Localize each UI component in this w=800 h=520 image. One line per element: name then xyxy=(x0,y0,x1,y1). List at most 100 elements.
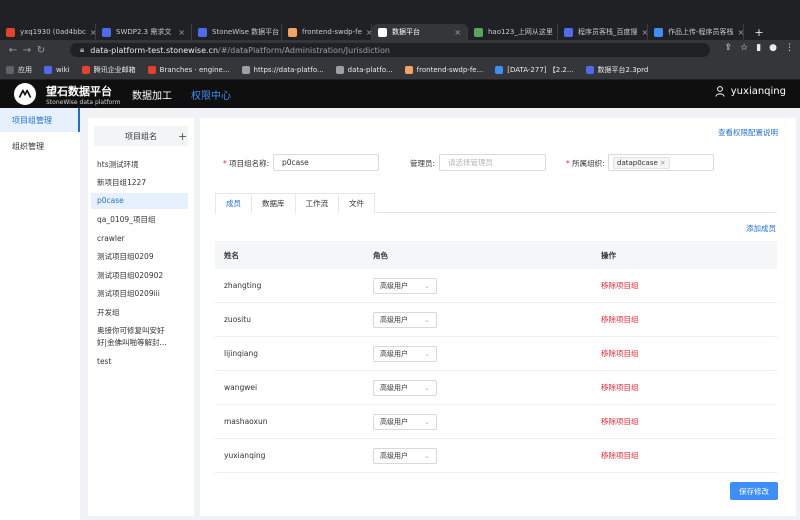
browser-controls: ⇪ ☆ ▮ ● ⋮ xyxy=(725,43,794,53)
column-role: 角色 xyxy=(373,250,388,260)
browser-tab-7[interactable]: 程序员客栈_百度搜 × xyxy=(558,24,648,40)
tab-files[interactable]: 文件 xyxy=(338,193,375,213)
group-item[interactable]: hts测试环境 xyxy=(91,157,188,173)
mail-icon xyxy=(81,65,90,74)
username: yuxianqing xyxy=(730,86,786,97)
remove-member-link[interactable]: 移除项目组 xyxy=(601,417,639,426)
remove-member-link[interactable]: 移除项目组 xyxy=(601,451,639,460)
stonewise-logo xyxy=(14,83,36,105)
group-item[interactable]: 测试项目组0209iii xyxy=(91,286,188,302)
table-row: yuxianqing 高级用户 ⌄ 移除项目组 xyxy=(215,439,777,473)
lock-icon: 🔒︎ xyxy=(80,45,85,54)
table-row: mashaoxun 高级用户 ⌄ 移除项目组 xyxy=(215,405,777,439)
bookmark-frontend[interactable]: frontend-swdp-fe... xyxy=(404,65,483,74)
close-icon[interactable]: × xyxy=(86,28,95,37)
user-icon xyxy=(715,86,725,97)
chevron-down-icon: ⌄ xyxy=(424,281,430,290)
chevron-down-icon: ⌄ xyxy=(424,349,430,358)
group-name-input[interactable]: p0case xyxy=(273,154,379,171)
add-member-link[interactable]: 添加成员 xyxy=(746,223,776,234)
member-name: mashaoxun xyxy=(224,417,268,426)
group-item[interactable]: 开发组 xyxy=(91,305,188,321)
group-item[interactable]: 新项目组1227 xyxy=(91,175,188,191)
browser-tab-8[interactable]: 作品上传-程序员客栈 × xyxy=(648,24,744,40)
role-select[interactable]: 高级用户 ⌄ xyxy=(373,311,437,328)
close-icon[interactable]: × xyxy=(174,28,185,37)
sidebar-item-project-groups[interactable]: 项目组管理 xyxy=(0,108,80,132)
user-menu[interactable]: yuxianqing xyxy=(715,86,786,97)
sidebar-icon[interactable]: ▮ xyxy=(756,43,761,53)
members-table: 姓名 角色 操作 zhangting 高级用户 ⌄ 移除项目组 zuositu 高… xyxy=(215,241,777,473)
nav-permission-center[interactable]: 权限中心 xyxy=(191,87,231,102)
browser-tab-1[interactable]: yxq1930 (0ad4bbc × xyxy=(0,24,96,40)
nav-data-processing[interactable]: 数据加工 xyxy=(132,87,172,102)
group-item[interactable]: crawler xyxy=(91,231,188,247)
sidebar-item-organizations[interactable]: 组织管理 xyxy=(0,134,80,158)
org-select[interactable]: datap0case × xyxy=(608,154,714,171)
tab-members[interactable]: 成员 xyxy=(215,193,252,214)
permission-help-link[interactable]: 查看权限配置说明 xyxy=(718,127,778,138)
globe-icon xyxy=(335,65,344,74)
chevron-down-icon: ⌄ xyxy=(424,417,430,426)
bookmark-prd[interactable]: 数据平台2.3prd xyxy=(585,65,648,75)
close-icon[interactable]: × xyxy=(734,28,743,37)
bookmark-data-platform-2[interactable]: data-platfo... xyxy=(335,65,393,74)
tab-workflow[interactable]: 工作流 xyxy=(294,193,339,213)
role-select[interactable]: 高级用户 ⌄ xyxy=(373,277,437,294)
org-label: * 所属组织: xyxy=(566,159,605,168)
bookmark-data-platform[interactable]: https://data-platfo... xyxy=(241,65,324,74)
group-item[interactable]: qa_0109_项目组 xyxy=(91,212,188,228)
address-bar[interactable]: 🔒︎ data-platform-test.stonewise.cn/#/dat… xyxy=(70,43,710,57)
table-row: wangwei 高级用户 ⌄ 移除项目组 xyxy=(215,371,777,405)
remove-member-link[interactable]: 移除项目组 xyxy=(601,349,639,358)
save-changes-button[interactable]: 保存修改 xyxy=(730,482,778,500)
remove-member-link[interactable]: 移除项目组 xyxy=(601,315,639,324)
role-select[interactable]: 高级用户 ⌄ xyxy=(373,379,437,396)
add-group-button[interactable]: + xyxy=(178,130,187,143)
url-path: /#/dataPlatform/Administration/Jurisdict… xyxy=(218,45,390,55)
browser-tab-4[interactable]: frontend-swdp-fe × xyxy=(282,24,372,40)
role-select[interactable]: 高级用户 ⌄ xyxy=(373,447,437,464)
group-item[interactable]: 测试项目组020902 xyxy=(91,268,188,284)
table-row: zuositu 高级用户 ⌄ 移除项目组 xyxy=(215,303,777,337)
profile-icon[interactable]: ● xyxy=(769,43,777,53)
browser-tab-active[interactable]: 数据平台 × xyxy=(372,24,468,40)
bookmark-mail[interactable]: 腾讯企业邮箱 xyxy=(81,65,136,75)
group-item[interactable]: test xyxy=(91,354,188,370)
browser-tab-6[interactable]: hao123_上网从这里× xyxy=(468,24,558,40)
url-host: data-platform-test.stonewise.cn xyxy=(90,45,219,55)
close-icon[interactable]: × xyxy=(362,28,371,37)
star-icon[interactable]: ☆ xyxy=(740,43,748,53)
forward-arrow-icon[interactable]: → xyxy=(20,45,34,56)
back-arrow-icon[interactable]: ← xyxy=(6,45,20,56)
doc-icon xyxy=(198,27,207,37)
column-name: 姓名 xyxy=(224,250,239,260)
browser-tab-2[interactable]: SWDP2.3 需求文 × xyxy=(96,24,192,40)
tab-database[interactable]: 数据库 xyxy=(251,193,296,213)
group-item-selected[interactable]: p0case xyxy=(91,193,188,209)
tag-close-icon[interactable]: × xyxy=(660,159,666,167)
reload-icon[interactable]: ↻ xyxy=(34,45,48,56)
browser-tab-3[interactable]: StoneWise 数据平台× xyxy=(192,24,282,40)
menu-icon[interactable]: ⋮ xyxy=(785,43,794,53)
remove-member-link[interactable]: 移除项目组 xyxy=(601,281,639,290)
bookmark-apps[interactable]: 应用 xyxy=(6,65,32,75)
new-tab-button[interactable]: + xyxy=(744,24,774,40)
browser-tab-bar: yxq1930 (0ad4bbc × SWDP2.3 需求文 × StoneWise… xyxy=(0,0,800,40)
bookmark-jira[interactable]: [DATA-277] 【2.2... xyxy=(495,65,574,75)
group-item[interactable]: 奥接你可修复叫安好 好|金佛叫啪等解封... xyxy=(91,323,188,351)
remove-member-link[interactable]: 移除项目组 xyxy=(601,383,639,392)
bookmark-wiki[interactable]: wiki xyxy=(44,65,70,74)
upload-icon xyxy=(654,27,663,37)
group-item[interactable]: 测试项目组0209 xyxy=(91,249,188,265)
bookmark-branches[interactable]: Branches · engine... xyxy=(147,65,230,74)
share-icon[interactable]: ⇪ xyxy=(725,43,733,53)
page-icon xyxy=(288,27,297,37)
role-select[interactable]: 高级用户 ⌄ xyxy=(373,413,437,430)
baidu-icon xyxy=(564,27,573,37)
close-icon[interactable]: × xyxy=(450,28,461,37)
close-icon[interactable]: × xyxy=(638,28,648,37)
role-select[interactable]: 高级用户 ⌄ xyxy=(373,345,437,362)
manager-select[interactable]: 请选择管理员 xyxy=(439,154,546,171)
group-detail-panel: 查看权限配置说明 * 项目组名称: p0case 管理员: 请选择管理员 * 所… xyxy=(200,118,796,516)
